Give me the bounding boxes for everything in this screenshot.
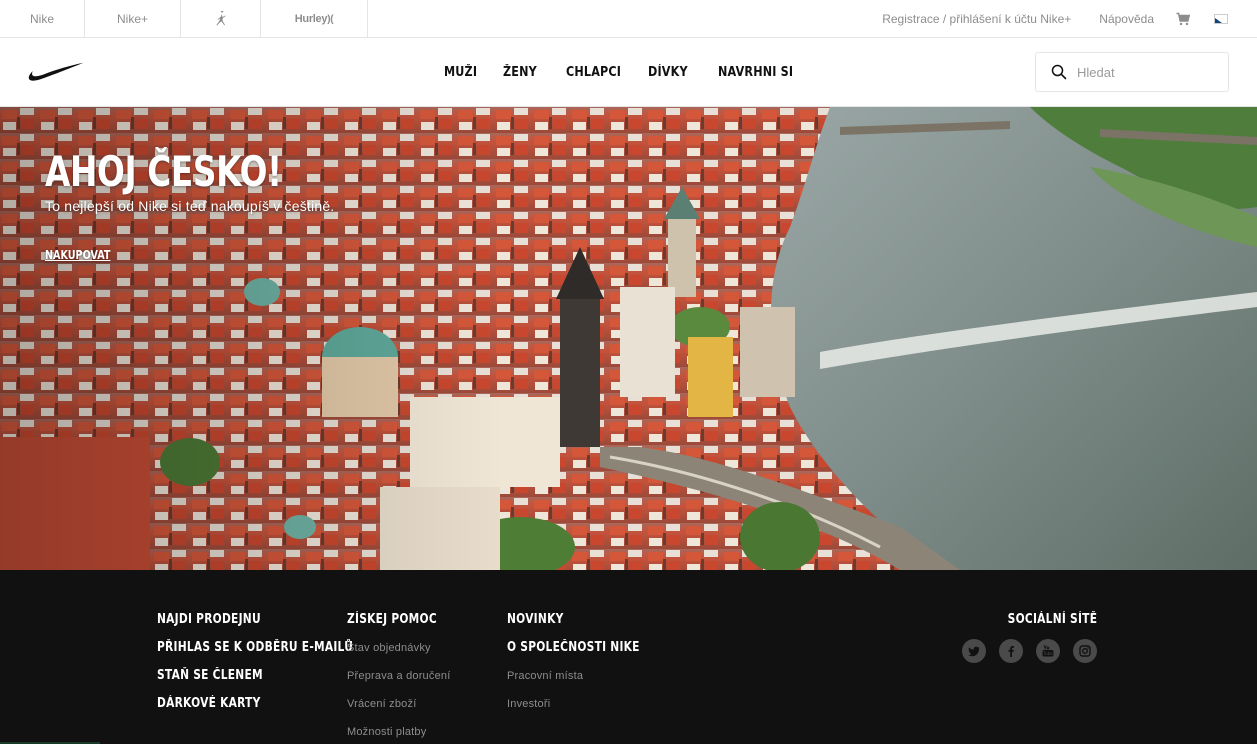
hero-subtitle: To nejlepší od Nike si teď nakoupíš v če… <box>45 198 335 214</box>
jordan-jumpman-icon <box>215 10 226 25</box>
facebook-icon[interactable] <box>999 639 1023 663</box>
nike-swoosh-logo[interactable] <box>28 62 84 82</box>
brand-tab-hurley[interactable]: Hurley)( <box>261 0 368 37</box>
top-utility-bar: Nike Nike+ Hurley)( Registrace / přihláš… <box>0 0 1257 38</box>
hurley-logo: Hurley)( <box>295 13 334 25</box>
careers-link[interactable]: Pracovní místa <box>507 668 669 696</box>
footer: NAJDI PRODEJNU PŘIHLAS SE K ODBĚRU E-MAI… <box>0 570 1257 744</box>
hurley-mark-icon: )( <box>327 13 334 25</box>
shipping-delivery-link[interactable]: Přeprava a doručení <box>347 668 457 696</box>
gift-cards-link[interactable]: DÁRKOVÉ KARTY <box>157 696 353 724</box>
hero-title: AHOJ ČESKO! <box>45 147 282 196</box>
hurley-label: Hurley <box>294 12 328 25</box>
about-nike-heading[interactable]: O SPOLEČNOSTI NIKE <box>507 640 640 668</box>
czech-flag-icon[interactable] <box>1214 13 1228 24</box>
brand-tabs: Nike Nike+ Hurley)( <box>0 0 368 37</box>
nav-item-navrhni-si[interactable]: NAVRHNI SI <box>718 65 793 80</box>
news-link[interactable]: NOVINKY <box>507 612 640 640</box>
help-link[interactable]: Nápověda <box>1099 12 1154 26</box>
main-navigation: MUŽI ŽENY CHLAPCI DÍVKY NAVRHNI SI <box>0 38 1257 107</box>
brand-tab-nikeplus-label: Nike+ <box>116 11 148 26</box>
find-store-link[interactable]: NAJDI PRODEJNU <box>157 612 353 640</box>
hero-banner[interactable]: AHOJ ČESKO! To nejlepší od Nike si teď n… <box>0 107 1257 570</box>
payment-options-link[interactable]: Možnosti platby <box>347 724 457 744</box>
nav-item-zeny[interactable]: ŽENY <box>503 65 537 80</box>
returns-link[interactable]: Vrácení zboží <box>347 696 457 724</box>
brand-tab-jordan[interactable] <box>181 0 261 37</box>
become-member-link[interactable]: STAŇ SE ČLENEM <box>157 668 353 696</box>
brand-tab-nikeplus[interactable]: Nike+ <box>85 0 181 37</box>
get-help-heading[interactable]: ZÍSKEJ POMOC <box>347 612 437 640</box>
brand-tab-nike-label: Nike <box>29 11 54 26</box>
instagram-icon[interactable] <box>1073 639 1097 663</box>
utility-links: Registrace / přihlášení k účtu Nike+ Náp… <box>882 0 1257 37</box>
search-icon <box>1051 64 1067 80</box>
nav-item-muzi[interactable]: MUŽI <box>444 65 477 80</box>
cart-icon[interactable] <box>1176 12 1191 26</box>
twitter-icon[interactable] <box>962 639 986 663</box>
investors-link[interactable]: Investoři <box>507 696 669 724</box>
register-login-link[interactable]: Registrace / přihlášení k účtu Nike+ <box>882 12 1071 26</box>
brand-tab-nike[interactable]: Nike <box>0 0 85 37</box>
order-status-link[interactable]: Stav objednávky <box>347 640 457 668</box>
nav-menu: MUŽI ŽENY CHLAPCI DÍVKY NAVRHNI SI <box>444 38 834 107</box>
svg-text:Tube: Tube <box>1042 651 1053 656</box>
nav-item-divky[interactable]: DÍVKY <box>648 65 688 80</box>
email-signup-link[interactable]: PŘIHLAS SE K ODBĚRU E-MAILŮ <box>157 640 353 668</box>
nav-item-chlapci[interactable]: CHLAPCI <box>566 65 621 80</box>
search-box[interactable] <box>1035 52 1229 92</box>
social-icons: Tube <box>949 639 1097 663</box>
youtube-icon[interactable]: Tube <box>1036 639 1060 663</box>
search-input[interactable] <box>1077 64 1217 80</box>
shop-now-link[interactable]: NAKUPOVAT <box>45 248 110 262</box>
footer-column-help: ZÍSKEJ POMOC Stav objednávky Přeprava a … <box>347 612 457 744</box>
social-title: SOCIÁLNÍ SÍTĚ <box>1007 612 1097 627</box>
footer-column-about: NOVINKY O SPOLEČNOSTI NIKE Pracovní míst… <box>507 612 669 724</box>
